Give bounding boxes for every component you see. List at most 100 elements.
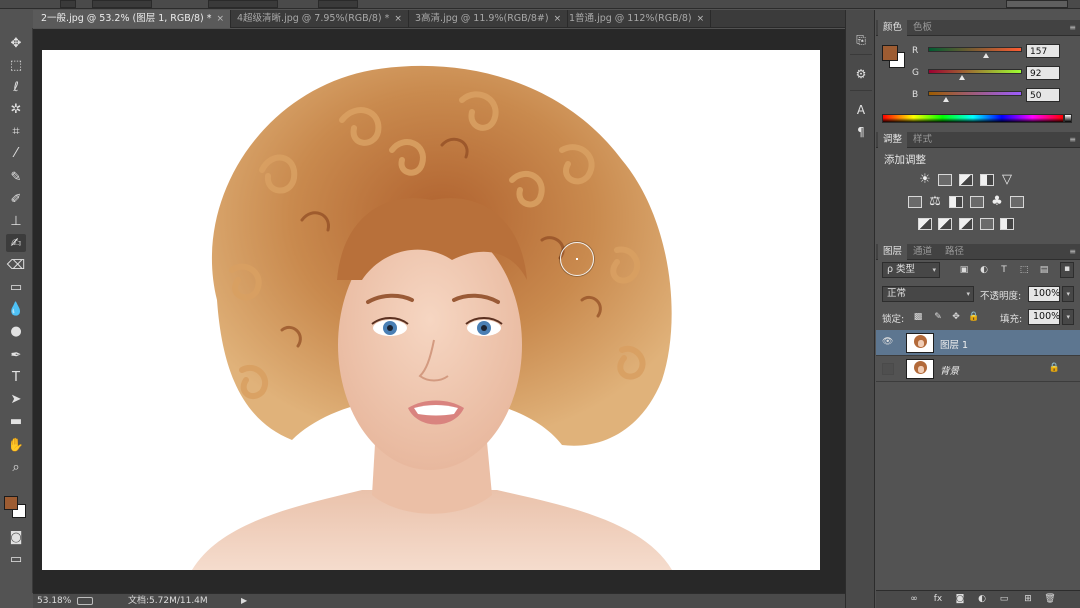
lock-pixels-icon[interactable]: ✎ bbox=[932, 311, 944, 323]
photo-filter-icon[interactable] bbox=[970, 196, 984, 208]
tab-adjustments[interactable]: 调整 bbox=[878, 132, 908, 148]
foreground-color-swatch[interactable] bbox=[4, 496, 18, 510]
document-tab[interactable]: 2一般.jpg @ 53.2% (图层 1, RGB/8) * × bbox=[33, 10, 232, 28]
properties-panel-icon[interactable]: ⚙ bbox=[853, 66, 869, 82]
screen-mode-icon[interactable]: ▭ bbox=[6, 550, 26, 568]
pen-tool[interactable]: ✒ bbox=[6, 346, 26, 364]
eyedropper-tool[interactable]: ⁄ bbox=[6, 144, 26, 162]
close-icon[interactable]: × bbox=[217, 14, 225, 24]
foreground-color-swatch[interactable] bbox=[882, 45, 898, 61]
panel-menu-icon[interactable]: ≡ bbox=[1069, 247, 1076, 256]
fill-dropdown[interactable]: ▾ bbox=[1062, 309, 1074, 325]
new-group-icon[interactable]: ▭ bbox=[998, 594, 1010, 605]
opacity-field[interactable]: 100% bbox=[1028, 286, 1060, 302]
selective-color-icon[interactable] bbox=[980, 218, 994, 230]
close-icon[interactable]: × bbox=[394, 14, 402, 24]
hue-saturation-icon[interactable] bbox=[908, 196, 922, 208]
brightness-contrast-icon[interactable]: ☀ bbox=[918, 173, 932, 186]
status-menu-arrow-icon[interactable]: ▶ bbox=[241, 594, 247, 608]
tab-swatches[interactable]: 色板 bbox=[908, 20, 937, 36]
document-tab[interactable]: 3高清.jpg @ 11.9%(RGB/8#) × bbox=[407, 10, 569, 28]
visibility-eye-icon[interactable] bbox=[882, 363, 894, 375]
lock-transparent-icon[interactable]: ▩ bbox=[912, 311, 924, 323]
layer-row[interactable]: 背景 🔒 bbox=[876, 356, 1080, 382]
options-field[interactable] bbox=[318, 0, 358, 8]
tab-paths[interactable]: 路径 bbox=[940, 244, 969, 260]
canvas-area[interactable] bbox=[33, 29, 845, 593]
filter-shape-icon[interactable]: ⬚ bbox=[1018, 264, 1030, 276]
gradient-tool[interactable]: ▭ bbox=[6, 278, 26, 296]
channel-value-field[interactable]: 157 bbox=[1026, 44, 1060, 58]
blend-mode-select[interactable]: 正常 ▾ bbox=[882, 286, 974, 302]
path-selection-tool[interactable]: ➤ bbox=[6, 390, 26, 408]
posterize-icon[interactable] bbox=[938, 218, 952, 230]
move-tool[interactable]: ✥ bbox=[6, 34, 26, 52]
clone-stamp-tool[interactable]: ⊥ bbox=[6, 212, 26, 230]
brush-tool[interactable]: ✐ bbox=[6, 190, 26, 208]
channel-value-field[interactable]: 92 bbox=[1026, 66, 1060, 80]
hand-tool[interactable]: ✋ bbox=[6, 436, 26, 454]
curves-icon[interactable] bbox=[959, 174, 973, 186]
vibrance-icon[interactable]: ▽ bbox=[1000, 173, 1014, 186]
color-lookup-icon[interactable] bbox=[1010, 196, 1024, 208]
filter-pixel-icon[interactable]: ▣ bbox=[958, 264, 970, 276]
document-tab[interactable]: 4超级清晰.jpg @ 7.95%(RGB/8) * × bbox=[229, 10, 409, 28]
invert-icon[interactable] bbox=[918, 218, 932, 230]
panel-menu-icon[interactable]: ≡ bbox=[1069, 135, 1076, 144]
tab-color[interactable]: 颜色 bbox=[878, 20, 908, 36]
channel-slider-track[interactable] bbox=[928, 47, 1022, 52]
zoom-level[interactable]: 53.18% bbox=[37, 594, 71, 608]
lock-all-icon[interactable]: 🔒 bbox=[968, 311, 980, 323]
close-icon[interactable]: × bbox=[554, 14, 562, 24]
exposure-icon[interactable] bbox=[980, 174, 994, 186]
visibility-eye-icon[interactable]: 👁 bbox=[882, 337, 894, 349]
tab-channels[interactable]: 通道 bbox=[908, 244, 937, 260]
channel-slider-thumb[interactable] bbox=[943, 97, 950, 102]
new-layer-icon[interactable]: ⊞ bbox=[1022, 594, 1034, 605]
dodge-tool[interactable]: ● bbox=[6, 322, 26, 340]
document-tab[interactable]: 1普通.jpg @ 112%(RGB/8) × bbox=[561, 10, 712, 28]
lock-position-icon[interactable]: ✥ bbox=[950, 311, 962, 323]
blur-tool[interactable]: 💧 bbox=[6, 300, 26, 318]
paragraph-panel-icon[interactable]: ¶ bbox=[853, 124, 869, 140]
link-layers-icon[interactable]: ∞ bbox=[908, 594, 920, 605]
layer-filter-select[interactable]: ρ 类型 ▾ bbox=[882, 262, 940, 278]
channel-mixer-icon[interactable]: ♣ bbox=[990, 195, 1004, 208]
channel-slider-thumb[interactable] bbox=[982, 53, 989, 58]
crop-tool[interactable]: ⌗ bbox=[6, 122, 26, 140]
filter-adjustment-icon[interactable]: ◐ bbox=[978, 264, 990, 276]
marquee-tool[interactable]: ⬚ bbox=[6, 56, 26, 74]
lasso-tool[interactable]: ℓ bbox=[6, 78, 26, 96]
black-white-icon[interactable] bbox=[949, 196, 963, 208]
tab-styles[interactable]: 样式 bbox=[908, 132, 937, 148]
gradient-map-icon[interactable] bbox=[1000, 218, 1014, 230]
color-spectrum[interactable] bbox=[882, 114, 1064, 123]
type-tool[interactable]: T bbox=[6, 368, 26, 386]
filter-type-icon[interactable]: T bbox=[998, 264, 1010, 276]
workspace-switcher[interactable] bbox=[1006, 0, 1068, 8]
tab-layers[interactable]: 图层 bbox=[878, 244, 908, 260]
filter-toggle-icon[interactable]: ▪ bbox=[1060, 262, 1074, 278]
eraser-tool[interactable]: ⌫ bbox=[6, 256, 26, 274]
panel-menu-icon[interactable]: ≡ bbox=[1069, 23, 1076, 32]
layer-style-icon[interactable]: fx bbox=[932, 594, 944, 605]
options-field[interactable] bbox=[208, 0, 278, 8]
magic-wand-tool[interactable]: ✲ bbox=[6, 100, 26, 118]
delete-layer-icon[interactable]: 🗑 bbox=[1044, 594, 1056, 605]
new-adjustment-icon[interactable]: ◐ bbox=[976, 594, 988, 605]
threshold-icon[interactable] bbox=[959, 218, 973, 230]
character-panel-icon[interactable]: A bbox=[853, 102, 869, 118]
black-white-ramp[interactable] bbox=[1064, 114, 1072, 123]
quick-mask-icon[interactable]: ◙ bbox=[6, 528, 26, 546]
document-canvas[interactable] bbox=[42, 50, 820, 570]
history-panel-icon[interactable]: ⎘ bbox=[853, 32, 869, 48]
add-mask-icon[interactable]: ◙ bbox=[954, 594, 966, 605]
options-field[interactable] bbox=[92, 0, 152, 8]
close-icon[interactable]: × bbox=[697, 14, 705, 24]
zoom-tool[interactable]: ⌕ bbox=[6, 458, 26, 476]
history-brush-tool[interactable]: ✍ bbox=[6, 234, 26, 252]
color-balance-icon[interactable]: ⚖ bbox=[928, 195, 942, 208]
channel-slider-track[interactable] bbox=[928, 69, 1022, 74]
options-button[interactable] bbox=[60, 0, 76, 8]
channel-value-field[interactable]: 50 bbox=[1026, 88, 1060, 102]
